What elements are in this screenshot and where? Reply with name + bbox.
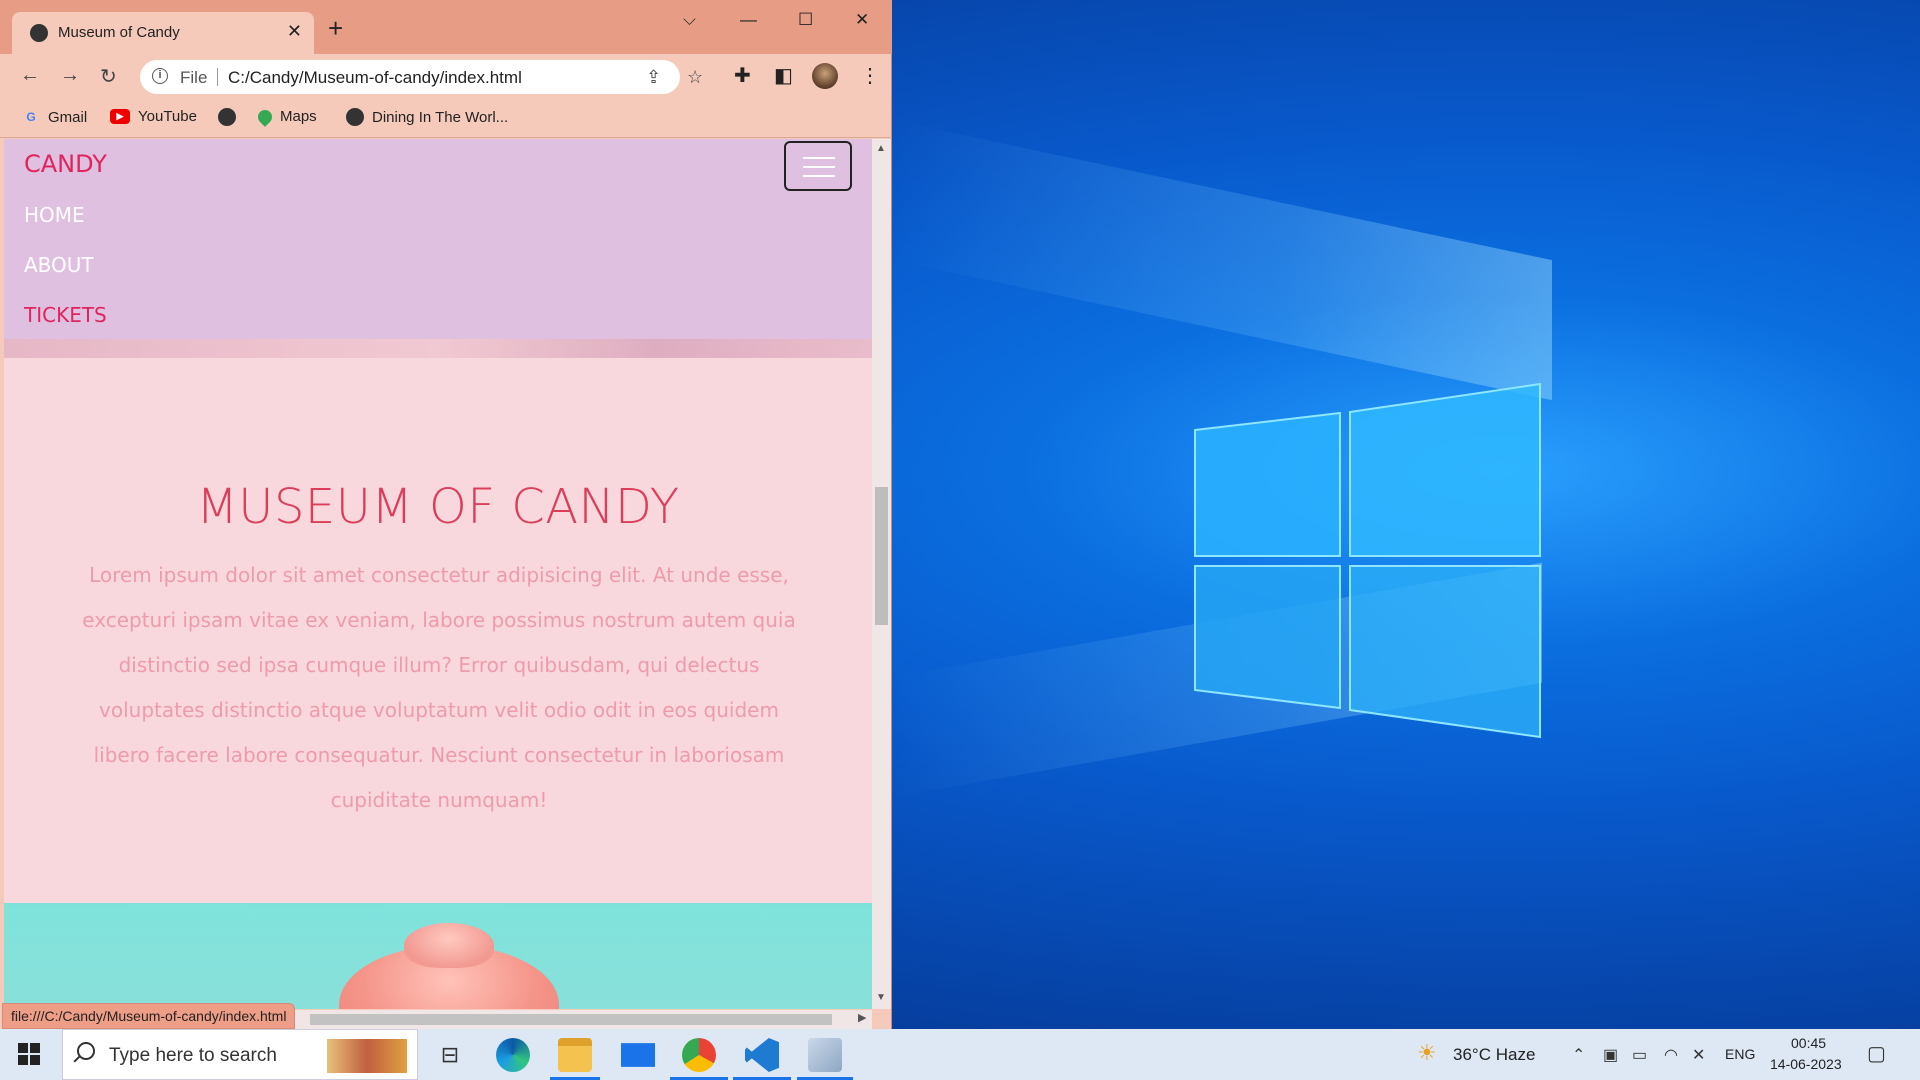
browser-toolbar: ← → ↻ i File C:/Candy/Museum-of-candy/in… bbox=[0, 54, 892, 100]
profile-avatar[interactable] bbox=[812, 63, 838, 89]
windows-start-icon bbox=[18, 1043, 28, 1053]
speaker-muted-icon[interactable]: ✕ bbox=[1692, 1045, 1705, 1065]
show-hidden-icons-chevron[interactable]: ⌃ bbox=[1572, 1045, 1585, 1065]
hamburger-line bbox=[803, 166, 835, 168]
scroll-right-arrow[interactable]: ▶ bbox=[858, 1011, 866, 1024]
scheme-label: File bbox=[180, 68, 208, 87]
hamburger-line bbox=[803, 157, 835, 159]
globe-icon bbox=[218, 108, 236, 126]
tab-title: Museum of Candy bbox=[58, 24, 180, 41]
chrome-icon[interactable] bbox=[682, 1038, 716, 1072]
bookmark-label: Gmail bbox=[48, 108, 88, 126]
reload-button[interactable]: ↻ bbox=[100, 64, 117, 89]
nav-link-about[interactable]: ABOUT bbox=[24, 253, 94, 277]
site-info-icon[interactable]: i bbox=[152, 68, 168, 84]
mail-icon[interactable] bbox=[621, 1043, 655, 1067]
side-panel-icon[interactable]: ◧ bbox=[774, 63, 793, 88]
taskbar-search-box[interactable]: Type here to search bbox=[62, 1029, 418, 1080]
page-viewport: CANDY HOME ABOUT TICKETS MUSEUM OF CANDY… bbox=[4, 139, 872, 1009]
bookmark-youtube[interactable]: ▶ YouTube bbox=[110, 108, 197, 125]
bookmark-label: Dining In The Worl... bbox=[372, 108, 509, 126]
cupcake-frosting bbox=[404, 923, 494, 968]
navbar-toggler-button[interactable] bbox=[784, 141, 852, 191]
search-icon bbox=[77, 1042, 95, 1060]
windows-start-icon bbox=[30, 1043, 40, 1053]
bookmark-gmail[interactable]: G Gmail bbox=[22, 108, 87, 126]
nav-link-tickets[interactable]: TICKETS bbox=[24, 303, 107, 327]
input-language[interactable]: ENG bbox=[1725, 1046, 1755, 1062]
minimize-button[interactable]: — bbox=[740, 10, 757, 30]
forward-button[interactable]: → bbox=[60, 64, 80, 87]
browser-tab[interactable]: Museum of Candy ✕ bbox=[12, 12, 314, 54]
youtube-icon: ▶ bbox=[110, 109, 130, 124]
bookmark-label: Maps bbox=[280, 108, 317, 125]
maximize-button[interactable]: ☐ bbox=[798, 10, 813, 30]
globe-icon bbox=[30, 24, 48, 42]
hero-paragraph: Lorem ipsum dolor sit amet consectetur a… bbox=[82, 563, 796, 812]
address-bar[interactable]: i File C:/Candy/Museum-of-candy/index.ht… bbox=[140, 60, 703, 94]
meet-now-icon[interactable]: ▣ bbox=[1603, 1045, 1618, 1065]
horizontal-scroll-thumb[interactable] bbox=[310, 1014, 832, 1025]
task-view-icon[interactable]: ⊟ bbox=[433, 1038, 467, 1072]
bookmark-star-icon[interactable]: ☆ bbox=[687, 67, 703, 88]
nav-link-home[interactable]: HOME bbox=[24, 203, 85, 227]
omnibox-separator bbox=[217, 68, 218, 86]
share-icon[interactable]: ⇪ bbox=[646, 67, 661, 88]
menu-kebab-icon[interactable]: ⋮ bbox=[860, 63, 880, 88]
section-divider bbox=[4, 339, 872, 358]
scroll-down-arrow[interactable]: ▼ bbox=[876, 992, 886, 1003]
bookmarks-bar: G Gmail ▶ YouTube Maps Dining In The Wor… bbox=[0, 100, 892, 138]
edge-icon[interactable] bbox=[496, 1038, 530, 1072]
weather-icon[interactable]: ☀ bbox=[1417, 1040, 1437, 1066]
weather-text[interactable]: 36°C Haze bbox=[1453, 1045, 1535, 1065]
back-button[interactable]: ← bbox=[20, 64, 40, 87]
clock-time[interactable]: 00:45 bbox=[1791, 1035, 1826, 1051]
file-explorer-icon[interactable] bbox=[558, 1038, 592, 1072]
bookmark-dining[interactable]: Dining In The Worl... bbox=[346, 108, 508, 126]
windows-start-icon bbox=[30, 1055, 40, 1065]
status-bubble: file:///C:/Candy/Museum-of-candy/index.h… bbox=[2, 1003, 296, 1029]
url-text[interactable]: C:/Candy/Museum-of-candy/index.html bbox=[228, 68, 522, 88]
new-tab-button[interactable]: + bbox=[328, 15, 343, 41]
paint-icon[interactable] bbox=[808, 1038, 842, 1072]
taskbar: Type here to search ⊟ ☀ 36°C Haze ⌃ ▣ ▭ … bbox=[0, 1029, 1920, 1080]
hero-title: MUSEUM OF CANDY bbox=[196, 479, 680, 535]
search-highlight-icon[interactable] bbox=[327, 1039, 407, 1073]
start-button[interactable] bbox=[18, 1043, 40, 1065]
notification-center-icon[interactable]: ▢ bbox=[1867, 1041, 1886, 1066]
search-placeholder: Type here to search bbox=[109, 1045, 277, 1066]
title-bar: Museum of Candy ✕ + ⌵ — ☐ ✕ bbox=[0, 0, 892, 54]
bookmark-globe[interactable] bbox=[218, 108, 244, 126]
bookmark-label: YouTube bbox=[138, 108, 197, 125]
wifi-icon[interactable]: ◠ bbox=[1664, 1045, 1678, 1065]
site-navbar: CANDY HOME ABOUT TICKETS bbox=[4, 139, 872, 339]
scroll-up-arrow[interactable]: ▲ bbox=[876, 143, 886, 154]
globe-icon bbox=[346, 108, 364, 126]
maps-icon bbox=[255, 106, 275, 127]
clock-date[interactable]: 14-06-2023 bbox=[1770, 1056, 1842, 1072]
windows-start-icon bbox=[18, 1055, 28, 1065]
close-window-button[interactable]: ✕ bbox=[855, 10, 869, 30]
tab-close-button[interactable]: ✕ bbox=[287, 21, 302, 42]
vscode-icon[interactable] bbox=[745, 1038, 779, 1072]
vertical-scroll-thumb[interactable] bbox=[875, 487, 888, 625]
battery-icon[interactable]: ▭ bbox=[1632, 1045, 1647, 1065]
extensions-icon[interactable]: ✚ bbox=[734, 63, 751, 88]
tab-search-dropdown-icon[interactable]: ⌵ bbox=[683, 10, 696, 30]
browser-window: Museum of Candy ✕ + ⌵ — ☐ ✕ ← → ↻ i File… bbox=[0, 0, 892, 1029]
bookmark-maps[interactable]: Maps bbox=[255, 106, 317, 127]
google-icon: G bbox=[26, 110, 36, 124]
site-brand[interactable]: CANDY bbox=[24, 150, 107, 178]
hamburger-line bbox=[803, 175, 835, 177]
